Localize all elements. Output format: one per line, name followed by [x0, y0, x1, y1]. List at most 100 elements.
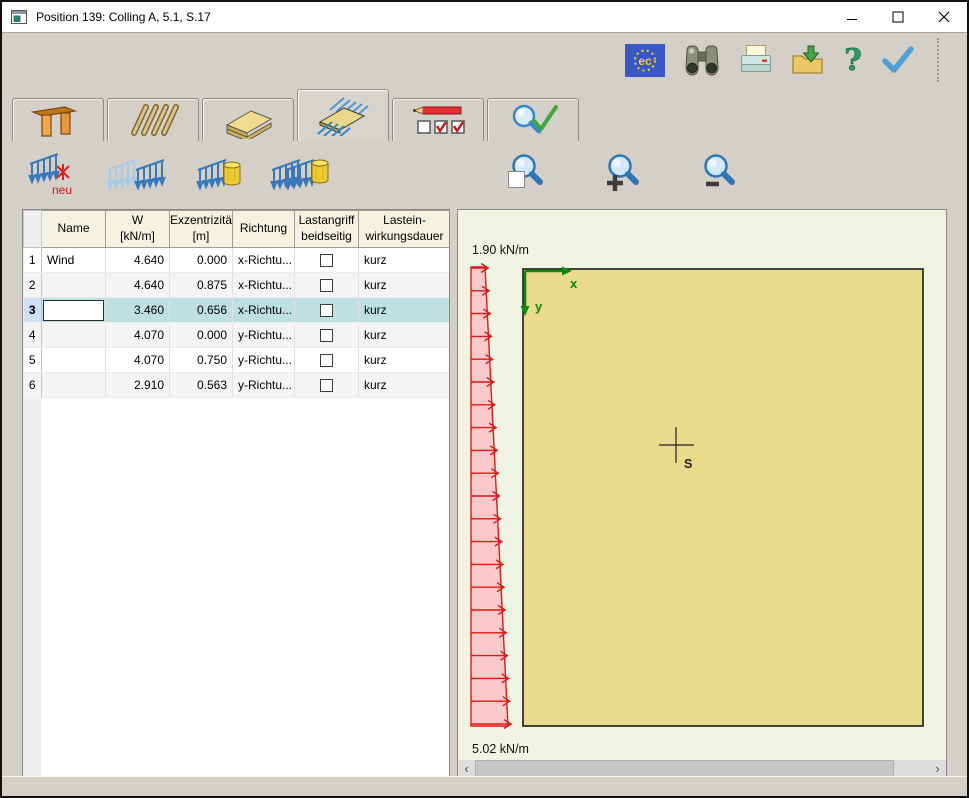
folder-import-icon: [791, 45, 825, 76]
tab-wall-formwork[interactable]: [12, 98, 104, 141]
horizontal-scrollbar[interactable]: ‹ ›: [458, 760, 946, 777]
tab-verification[interactable]: [487, 98, 579, 141]
beidseitig-checkbox[interactable]: [320, 354, 333, 367]
zoom-in-button[interactable]: [604, 154, 640, 192]
cell-name[interactable]: [42, 373, 106, 398]
load-top-value: 1.90 kN/m: [472, 243, 529, 257]
loads-table: Name W [kN/m] Exzentrizität [m] Richtung…: [23, 210, 450, 398]
zoom-out-button[interactable]: [700, 154, 736, 192]
row-number[interactable]: 1: [24, 248, 42, 273]
zoom-window-button[interactable]: [508, 154, 544, 192]
search-button[interactable]: [683, 43, 721, 77]
scroll-right-button[interactable]: ›: [929, 760, 946, 777]
cell-beidseitig: [295, 273, 359, 298]
eurocode-button[interactable]: ec: [625, 44, 665, 77]
cell-w[interactable]: 4.070: [106, 348, 170, 373]
name-edit-input[interactable]: [43, 300, 104, 321]
tab-panel[interactable]: [202, 98, 294, 141]
cell-dauer[interactable]: kurz: [359, 273, 451, 298]
cell-exzentrizitaet[interactable]: 0.563: [170, 373, 233, 398]
apply-button[interactable]: [881, 45, 915, 75]
cell-dauer[interactable]: kurz: [359, 323, 451, 348]
row-number[interactable]: 5: [24, 348, 42, 373]
row-number[interactable]: 3: [24, 298, 42, 323]
import-button[interactable]: [791, 45, 825, 76]
svg-text:?: ?: [844, 43, 862, 77]
row-header-corner: [24, 211, 42, 248]
tab-panel-loads[interactable]: [297, 89, 389, 141]
cell-exzentrizitaet[interactable]: 0.656: [170, 298, 233, 323]
load-drawing: 1.90 kN/m x y S 5.02 kN/m: [458, 210, 946, 760]
cell-name[interactable]: [42, 273, 106, 298]
cell-richtung[interactable]: x-Richtu...: [233, 298, 295, 323]
panel-rectangle[interactable]: [523, 269, 923, 726]
new-load-button[interactable]: neu: [28, 150, 78, 196]
col-header-name[interactable]: Name: [42, 211, 106, 248]
beidseitig-checkbox[interactable]: [320, 279, 333, 292]
col-header-w[interactable]: W [kN/m]: [106, 211, 170, 248]
cell-richtung[interactable]: x-Richtu...: [233, 273, 295, 298]
delete-load-button[interactable]: [196, 152, 244, 194]
print-button[interactable]: [739, 44, 773, 76]
cell-w[interactable]: 4.640: [106, 248, 170, 273]
window-title: Position 139: Colling A, 5.1, S.17: [36, 10, 211, 24]
cell-w[interactable]: 2.910: [106, 373, 170, 398]
cell-richtung[interactable]: y-Richtu...: [233, 373, 295, 398]
window-close-button[interactable]: [921, 2, 967, 32]
help-question-icon: ?: [843, 43, 863, 77]
cell-dauer[interactable]: kurz: [359, 298, 451, 323]
col-header-lasteinwirkungsdauer[interactable]: Lastein- wirkungsdauer: [359, 211, 451, 248]
scroll-left-button[interactable]: ‹: [458, 760, 475, 777]
table-row-1[interactable]: 1 Wind 4.640 0.000 x-Richtu... kurz: [24, 248, 451, 273]
main-toolbar: ec: [2, 32, 967, 87]
tab-joists[interactable]: [107, 98, 199, 141]
cell-richtung[interactable]: y-Richtu...: [233, 348, 295, 373]
table-row-6[interactable]: 6 2.910 0.563 y-Richtu... kurz: [24, 373, 451, 398]
ec-icon-label: ec: [638, 54, 652, 68]
row-number[interactable]: 4: [24, 323, 42, 348]
eurocode-icon: ec: [625, 44, 665, 77]
cell-exzentrizitaet[interactable]: 0.000: [170, 248, 233, 273]
cell-richtung[interactable]: y-Richtu...: [233, 323, 295, 348]
cell-dauer[interactable]: kurz: [359, 248, 451, 273]
cell-name[interactable]: [42, 323, 106, 348]
cell-beidseitig: [295, 323, 359, 348]
delete-all-loads-button[interactable]: [270, 152, 332, 194]
col-header-lastangriff[interactable]: Lastangriff beidseitig: [295, 211, 359, 248]
copy-load-button[interactable]: [104, 152, 170, 194]
window-maximize-button[interactable]: [875, 2, 921, 32]
cell-exzentrizitaet[interactable]: 0.000: [170, 323, 233, 348]
scrollbar-thumb[interactable]: [475, 760, 894, 777]
row-number[interactable]: 2: [24, 273, 42, 298]
beidseitig-checkbox[interactable]: [320, 329, 333, 342]
cell-dauer[interactable]: kurz: [359, 373, 451, 398]
panel-loads-icon: [314, 96, 372, 136]
axis-x-label: x: [570, 276, 578, 291]
table-row-5[interactable]: 5 4.070 0.750 y-Richtu... kurz: [24, 348, 451, 373]
beidseitig-checkbox[interactable]: [320, 379, 333, 392]
table-row-3-selected[interactable]: 3 3.460 0.656 x-Richtu... kurz: [24, 298, 451, 323]
cell-beidseitig: [295, 298, 359, 323]
cell-richtung[interactable]: x-Richtu...: [233, 248, 295, 273]
cell-dauer[interactable]: kurz: [359, 348, 451, 373]
table-row-2[interactable]: 2 4.640 0.875 x-Richtu... kurz: [24, 273, 451, 298]
beidseitig-checkbox[interactable]: [320, 304, 333, 317]
window-minimize-button[interactable]: [829, 2, 875, 32]
cell-w[interactable]: 4.070: [106, 323, 170, 348]
help-button[interactable]: ?: [843, 43, 863, 77]
cell-exzentrizitaet[interactable]: 0.875: [170, 273, 233, 298]
wall-formwork-icon: [29, 102, 87, 138]
cell-name[interactable]: Wind: [42, 248, 106, 273]
col-header-exzentrizitaet[interactable]: Exzentrizität [m]: [170, 211, 233, 248]
cell-name[interactable]: [42, 348, 106, 373]
beidseitig-checkbox[interactable]: [320, 254, 333, 267]
cell-w[interactable]: 3.460: [106, 298, 170, 323]
app-window-icon: [11, 10, 27, 24]
col-header-richtung[interactable]: Richtung: [233, 211, 295, 248]
tab-design-options[interactable]: [392, 98, 484, 141]
delete-load-icon: [196, 152, 244, 194]
table-row-4[interactable]: 4 4.070 0.000 y-Richtu... kurz: [24, 323, 451, 348]
cell-w[interactable]: 4.640: [106, 273, 170, 298]
row-number[interactable]: 6: [24, 373, 42, 398]
cell-exzentrizitaet[interactable]: 0.750: [170, 348, 233, 373]
